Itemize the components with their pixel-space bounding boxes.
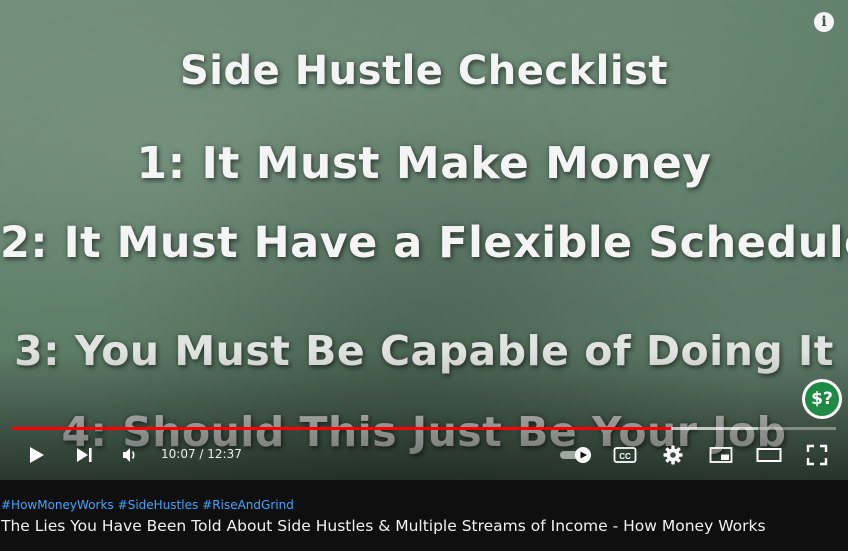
video-info: #HowMoneyWorks #SideHustles #RiseAndGrind … — [0, 480, 848, 551]
next-button[interactable] — [68, 434, 100, 476]
time-display: 10:07 / 12:37 — [161, 447, 242, 461]
hashtag-link[interactable]: #HowMoneyWorks — [1, 498, 114, 512]
slide-line-3: 3: You Must Be Capable of Doing It — [14, 327, 834, 375]
settings-button[interactable] — [658, 434, 688, 476]
video-title: The Lies You Have Been Told About Side H… — [1, 517, 766, 535]
miniplayer-button[interactable] — [705, 434, 737, 476]
hashtag-link[interactable]: #RiseAndGrind — [202, 498, 294, 512]
play-icon — [30, 447, 44, 463]
hashtag-list: #HowMoneyWorks #SideHustles #RiseAndGrind — [1, 498, 298, 512]
slide-heading: Side Hustle Checklist — [180, 48, 668, 94]
play-button[interactable] — [20, 434, 52, 476]
captions-button[interactable]: CC — [610, 434, 640, 476]
theater-mode-button[interactable] — [752, 434, 786, 476]
player-controls: 10:07 / 12:37 CC — [0, 434, 848, 476]
fullscreen-icon — [806, 444, 828, 466]
theater-icon — [756, 448, 782, 462]
captions-icon: CC — [613, 447, 637, 463]
volume-button[interactable] — [116, 434, 144, 476]
progress-played — [12, 427, 672, 430]
fullscreen-button[interactable] — [801, 434, 833, 476]
hashtag-link[interactable]: #SideHustles — [118, 498, 199, 512]
info-icon[interactable]: i — [814, 12, 834, 32]
slide-line-2: 2: It Must Have a Flexible Schedule — [0, 218, 848, 268]
watermark-text: $? — [805, 382, 839, 416]
video-player[interactable]: Side Hustle Checklist 1: It Must Make Mo… — [0, 0, 848, 480]
gear-icon — [663, 445, 683, 465]
channel-watermark[interactable]: $? — [802, 379, 842, 419]
next-icon — [77, 448, 92, 462]
slide-line-1: 1: It Must Make Money — [136, 138, 712, 189]
miniplayer-icon — [709, 447, 733, 463]
progress-bar[interactable] — [12, 427, 836, 430]
volume-icon — [123, 448, 135, 462]
captions-label: CC — [619, 452, 631, 461]
autoplay-toggle-icon — [560, 447, 591, 463]
autoplay-toggle[interactable] — [556, 434, 596, 476]
